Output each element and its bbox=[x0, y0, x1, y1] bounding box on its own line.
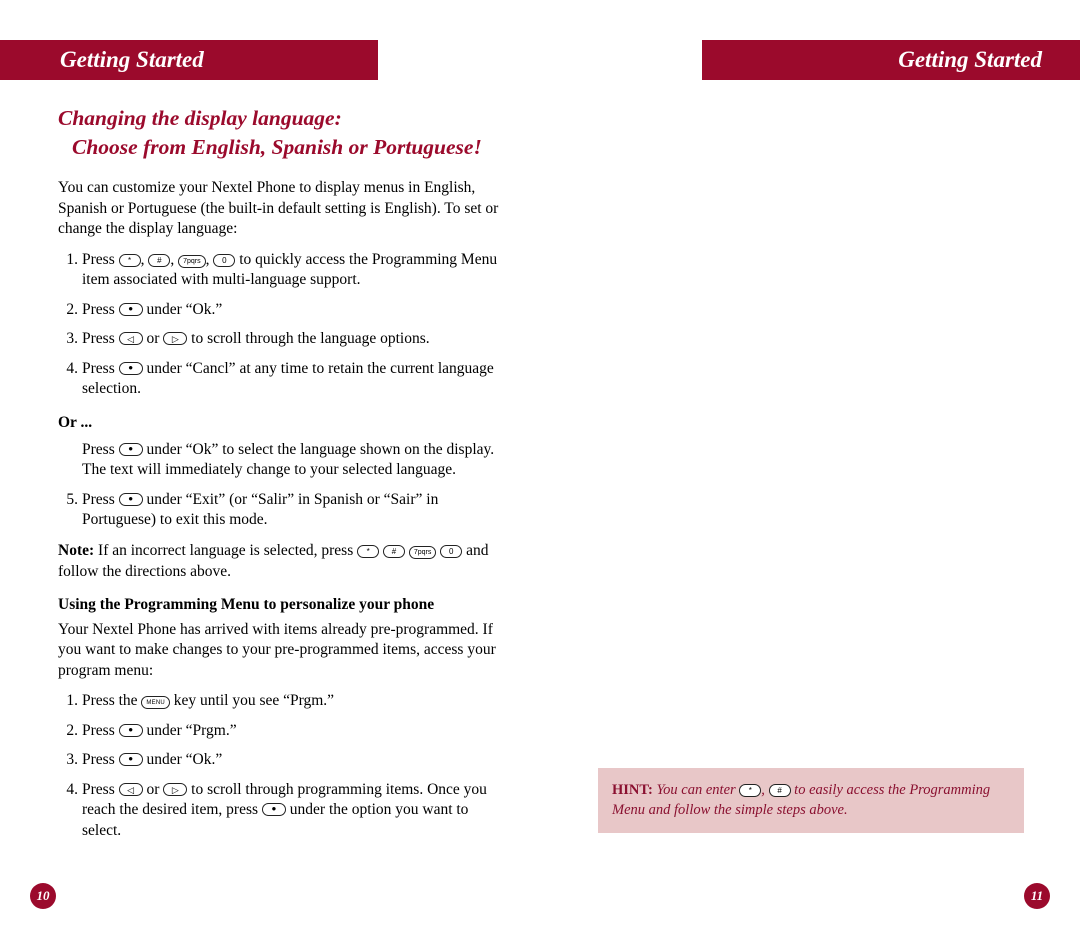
step-number: 3. bbox=[66, 751, 78, 768]
step-number: 2. bbox=[66, 300, 78, 318]
or-text-pre: Press bbox=[82, 440, 115, 458]
step-number: 4. bbox=[66, 359, 78, 377]
paragraph-2: Your Nextel Phone has arrived with items… bbox=[58, 620, 496, 679]
header-title-left: Getting Started bbox=[60, 47, 204, 72]
note-paragraph: Note: If an incorrect language is select… bbox=[58, 540, 510, 582]
step-text-post: under “Cancl” at any time to retain the … bbox=[82, 359, 494, 398]
key-star-icon: * bbox=[118, 253, 141, 267]
header-banner-left: Getting Started bbox=[0, 40, 378, 80]
step-item: 4. Press ◁ or ▷ to scroll through progra… bbox=[58, 780, 510, 842]
key-left-arrow-icon: ◁ bbox=[118, 332, 143, 345]
step-text-pre: Press the bbox=[82, 692, 138, 709]
or-text-post: under “Ok” to select the language shown … bbox=[82, 440, 495, 479]
step-item: 5. Press • under “Exit” (or “Salir” in S… bbox=[58, 490, 510, 531]
or-label-left: Or ... bbox=[58, 413, 93, 431]
step-text-post: to quickly access the Programming Menu i… bbox=[82, 250, 498, 289]
section-subhead-left: Using the Programming Menu to personaliz… bbox=[58, 595, 435, 613]
hint-box: HINT: You can enter *, # to easily acces… bbox=[598, 768, 1024, 833]
right-page: Getting Started Or ... If you know the n… bbox=[540, 0, 1080, 937]
key-star-icon: * bbox=[357, 544, 380, 558]
header-title-right: Getting Started bbox=[898, 47, 1042, 72]
hint-label: HINT: bbox=[612, 782, 653, 798]
step-number: 3. bbox=[66, 330, 78, 347]
page-title-line2: Choose from English, Spanish or Portugue… bbox=[72, 135, 482, 159]
key-softkey-icon: • bbox=[118, 752, 143, 766]
page-number-left: 10 bbox=[30, 883, 56, 909]
step-text-pre: Press bbox=[82, 250, 115, 268]
step-item: 4. Press • under “Cancl” at any time to … bbox=[58, 359, 510, 400]
step-text-post: under “Prgm.” bbox=[146, 721, 237, 739]
key-softkey-icon: • bbox=[261, 802, 286, 816]
step-number: 1. bbox=[66, 250, 78, 268]
step-item: 2. Press • under “Ok.” bbox=[58, 300, 510, 321]
page-title-line1: Changing the display language: bbox=[58, 106, 342, 130]
step-text-pre: Press bbox=[82, 721, 115, 739]
steps-list-1: 1. Press *, #, 7pqrs, 0 to quickly acces… bbox=[58, 250, 510, 400]
step-item: 3. Press • under “Ok.” bbox=[58, 750, 510, 771]
step-text-pre: Press bbox=[82, 359, 115, 377]
steps-list-1b: 5. Press • under “Exit” (or “Salir” in S… bbox=[58, 490, 510, 531]
step-number: 5. bbox=[66, 490, 78, 508]
note-label: Note: bbox=[58, 541, 95, 559]
key-softkey-icon: • bbox=[118, 302, 143, 316]
header-banner-right: Getting Started bbox=[702, 40, 1080, 80]
page-number-right: 11 bbox=[1024, 883, 1050, 909]
key-7pqrs-icon: 7pqrs bbox=[408, 545, 437, 559]
step-text-post: under “Ok.” bbox=[146, 300, 223, 318]
step-item: 1. Press *, #, 7pqrs, 0 to quickly acces… bbox=[58, 250, 510, 291]
key-pound-icon: # bbox=[768, 784, 791, 797]
step-text-pre: Press bbox=[82, 490, 115, 508]
step-number: 4. bbox=[66, 780, 78, 798]
page-title: Changing the display language: Choose fr… bbox=[58, 104, 510, 162]
key-softkey-icon: • bbox=[118, 492, 143, 506]
key-softkey-icon: • bbox=[118, 361, 143, 375]
key-menu-icon: MENU bbox=[141, 696, 170, 709]
left-page: Getting Started Changing the display lan… bbox=[0, 0, 540, 937]
key-softkey-icon: • bbox=[118, 442, 143, 456]
note-text-pre: If an incorrect language is selected, pr… bbox=[98, 541, 354, 559]
step-number: 1. bbox=[66, 692, 78, 709]
key-0-icon: 0 bbox=[440, 544, 463, 558]
key-softkey-icon: • bbox=[118, 723, 143, 737]
key-0-icon: 0 bbox=[213, 253, 236, 267]
step-text-pre: Press bbox=[82, 780, 115, 798]
intro-paragraph: You can customize your Nextel Phone to d… bbox=[58, 179, 499, 237]
left-page-content: Changing the display language: Choose fr… bbox=[58, 104, 510, 850]
key-right-arrow-icon: ▷ bbox=[163, 332, 188, 345]
key-7pqrs-icon: 7pqrs bbox=[178, 254, 206, 268]
step-item: 1. Press the MENU key until you see “Prg… bbox=[58, 691, 510, 712]
key-left-arrow-icon: ◁ bbox=[118, 782, 143, 796]
step-item: 2. Press • under “Prgm.” bbox=[58, 721, 510, 742]
key-right-arrow-icon: ▷ bbox=[163, 782, 188, 796]
step-item: 3. Press ◁ or ▷ to scroll through the la… bbox=[58, 329, 510, 350]
step-text-post: under “Ok.” bbox=[146, 751, 223, 768]
step-number: 2. bbox=[66, 721, 78, 739]
key-pound-icon: # bbox=[148, 253, 171, 267]
key-star-icon: * bbox=[739, 784, 762, 797]
step-text-post: key until you see “Prgm.” bbox=[173, 692, 335, 709]
step-text-post: to scroll through the language options. bbox=[191, 330, 430, 347]
hint-text-pre: You can enter bbox=[656, 782, 736, 798]
or-paragraph-left: Press • under “Ok” to select the languag… bbox=[58, 440, 510, 481]
step-text-pre: Press bbox=[82, 751, 115, 768]
step-text-pre: Press bbox=[82, 330, 115, 347]
steps-list-2: 1. Press the MENU key until you see “Prg… bbox=[58, 691, 510, 841]
key-pound-icon: # bbox=[383, 544, 405, 558]
step-text-pre: Press bbox=[82, 300, 115, 318]
